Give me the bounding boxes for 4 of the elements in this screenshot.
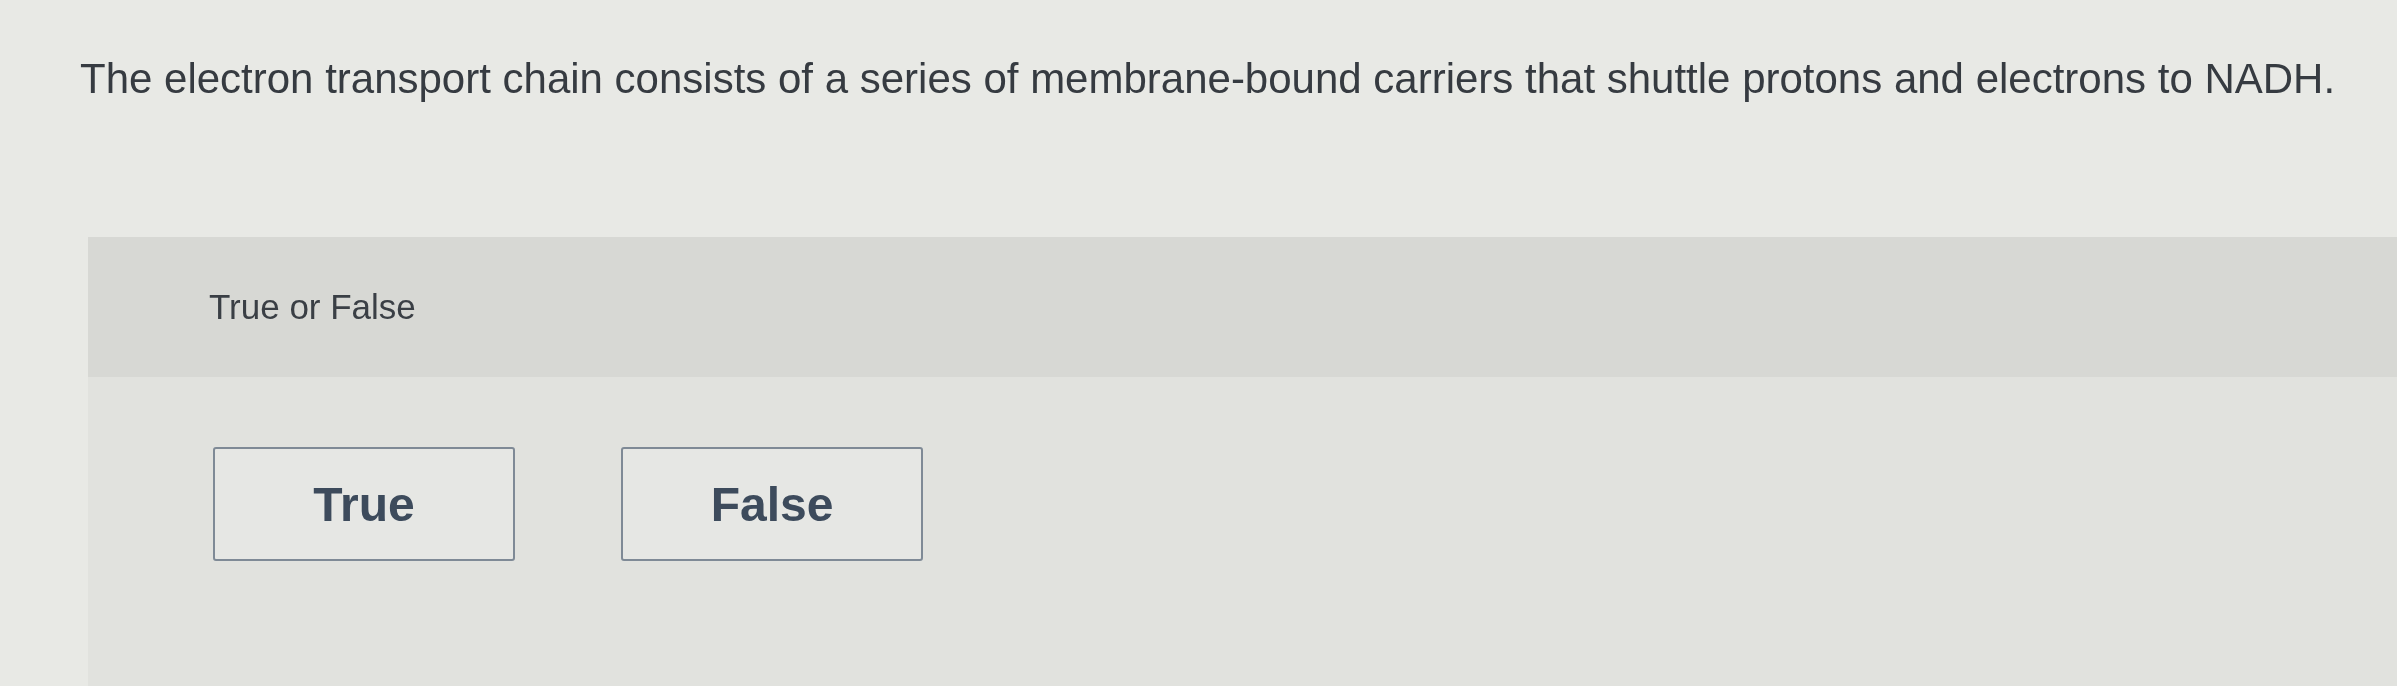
prompt-label: True or False	[209, 286, 416, 328]
question-text: The electron transport chain consists of a series of membrane-bound carriers that shuttle protons and electrons to NADH.	[80, 54, 2336, 104]
answer-choice-button[interactable]: True	[213, 447, 515, 561]
answer-choice-button[interactable]: False	[621, 447, 923, 561]
